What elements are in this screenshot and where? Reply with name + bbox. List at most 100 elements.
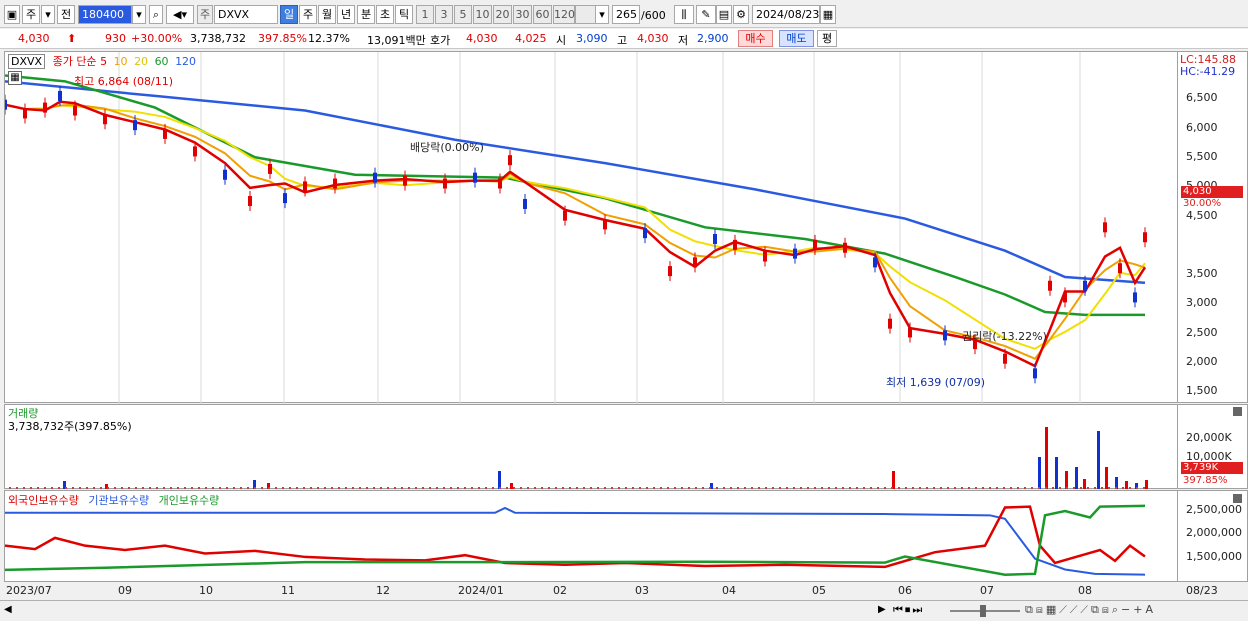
volume-tick bbox=[849, 487, 851, 489]
open-label: 시 bbox=[556, 34, 567, 47]
inst-legend: 기관보유수량 bbox=[88, 494, 150, 507]
tf-day[interactable]: 일 bbox=[280, 5, 298, 24]
volume-tick bbox=[632, 487, 634, 489]
volume-panel[interactable] bbox=[4, 404, 1178, 489]
x-label: 06 bbox=[898, 584, 912, 597]
volume-tick bbox=[1094, 487, 1096, 489]
volume-bar bbox=[1055, 457, 1058, 489]
interval-60[interactable]: 60 bbox=[533, 5, 552, 24]
volume-tick bbox=[520, 487, 522, 489]
x-end-label: 08/23 bbox=[1186, 584, 1218, 597]
indiv-legend: 개인보유수량 bbox=[158, 494, 220, 507]
volume-tick bbox=[184, 487, 186, 489]
volume-tick bbox=[744, 487, 746, 489]
prev-button[interactable]: 전 bbox=[57, 5, 75, 24]
save-icon[interactable]: ▤ bbox=[716, 5, 732, 24]
volume-tick bbox=[1024, 487, 1026, 489]
volume-tick bbox=[702, 487, 704, 489]
candle-body bbox=[943, 330, 947, 341]
volume-tick bbox=[492, 487, 494, 489]
ma120-legend: 120 bbox=[175, 55, 197, 68]
stock-name-field[interactable]: DXVX bbox=[214, 5, 278, 24]
panel-close-icon[interactable] bbox=[1233, 407, 1242, 416]
company-icon[interactable]: 주 bbox=[197, 5, 213, 24]
rights-annotation: 권리락(-13.22%) bbox=[962, 330, 1047, 343]
volume-tick bbox=[394, 487, 396, 489]
interval-120[interactable]: 120 bbox=[553, 5, 575, 24]
zoom-slider-thumb[interactable] bbox=[980, 605, 986, 617]
chart-tool-icons[interactable]: ⧉⧈▦⟋⟋⟋⧉⧈⌕−+A bbox=[1025, 603, 1156, 617]
volume-tick bbox=[996, 487, 998, 489]
volume-tick bbox=[275, 487, 277, 489]
interval-3[interactable]: 3 bbox=[435, 5, 453, 24]
interval-dropdown-icon[interactable]: ▾ bbox=[595, 5, 609, 24]
volume-tick bbox=[912, 487, 914, 489]
evaluate-button[interactable]: 평 bbox=[817, 30, 837, 47]
candle-body bbox=[693, 257, 697, 268]
interval-1[interactable]: 1 bbox=[416, 5, 434, 24]
calendar-icon[interactable]: ▦ bbox=[820, 5, 836, 24]
volume-tick bbox=[1066, 487, 1068, 489]
candle-body bbox=[303, 181, 307, 192]
buy-button[interactable]: 매수 bbox=[738, 30, 773, 47]
period-toggle[interactable]: 주 bbox=[22, 5, 40, 24]
volume-tick bbox=[170, 487, 172, 489]
volume-tick bbox=[44, 487, 46, 489]
search-icon[interactable]: ⌕ bbox=[149, 5, 163, 24]
chart-scrollbar[interactable]: ◀ ▶ ⏮⏹⏭ ⧉⧈▦⟋⟋⟋⧉⧈⌕−+A bbox=[0, 600, 1248, 621]
volume-tick bbox=[618, 487, 620, 489]
window-icon[interactable]: ▣ bbox=[4, 5, 20, 24]
interval-20[interactable]: 20 bbox=[493, 5, 512, 24]
volume-tick bbox=[219, 487, 221, 489]
x-label: 02 bbox=[553, 584, 567, 597]
volume-tick bbox=[65, 487, 67, 489]
code-dropdown-icon[interactable]: ▾ bbox=[132, 5, 146, 24]
volume-tick bbox=[863, 487, 865, 489]
interval-5[interactable]: 5 bbox=[454, 5, 472, 24]
candle-body bbox=[813, 239, 817, 250]
scroll-right-icon[interactable]: ▶ bbox=[878, 604, 886, 615]
volume-tick bbox=[163, 487, 165, 489]
sound-icon[interactable]: ◀▾ bbox=[166, 5, 194, 24]
tf-week[interactable]: 주 bbox=[299, 5, 317, 24]
panel-close-icon[interactable] bbox=[1233, 494, 1242, 503]
volume-tick bbox=[142, 487, 144, 489]
candle-body bbox=[563, 210, 567, 221]
candle-body bbox=[508, 155, 512, 166]
foreign-legend: 외국인보유수량 bbox=[8, 494, 79, 507]
interval-10[interactable]: 10 bbox=[473, 5, 492, 24]
tf-year[interactable]: 년 bbox=[337, 5, 355, 24]
candle-type-icon[interactable]: ⫼ bbox=[674, 5, 694, 24]
scroll-left-icon[interactable]: ◀ bbox=[4, 604, 12, 615]
volume-tick bbox=[443, 487, 445, 489]
volume-tick bbox=[758, 487, 760, 489]
date-input[interactable]: 2024/08/23 bbox=[752, 5, 820, 24]
tf-minute[interactable]: 분 bbox=[357, 5, 375, 24]
current-price: 4,030 bbox=[18, 32, 50, 45]
volume-tick bbox=[1122, 487, 1124, 489]
stock-code-input[interactable]: 180400 bbox=[78, 5, 132, 24]
interval-30[interactable]: 30 bbox=[513, 5, 532, 24]
playback-controls-icon[interactable]: ⏮⏹⏭ bbox=[893, 603, 924, 617]
price-legend: DXVX 종가 단순 5 10 20 60 120 bbox=[8, 53, 196, 69]
candle-body bbox=[5, 99, 7, 110]
tf-tick[interactable]: 틱 bbox=[395, 5, 413, 24]
volume-tick bbox=[429, 487, 431, 489]
sell-button[interactable]: 매도 bbox=[779, 30, 814, 47]
count-input[interactable]: 265 bbox=[612, 5, 640, 24]
gear-icon[interactable]: ⚙ bbox=[733, 5, 749, 24]
high-price: 4,030 bbox=[637, 32, 669, 45]
volume-tick bbox=[471, 487, 473, 489]
tf-month[interactable]: 월 bbox=[318, 5, 336, 24]
chevron-down-icon[interactable]: ▾ bbox=[41, 5, 55, 24]
volume-tick bbox=[240, 487, 242, 489]
ask-label: 호가 bbox=[430, 34, 451, 47]
volume-tick bbox=[212, 487, 214, 489]
candle-body bbox=[58, 90, 62, 101]
draw-tool-icon[interactable]: ✎ bbox=[696, 5, 716, 24]
volume-tick bbox=[380, 487, 382, 489]
tf-second[interactable]: 초 bbox=[376, 5, 394, 24]
table-view-icon[interactable]: ▦ bbox=[8, 71, 22, 85]
volume-tick bbox=[37, 487, 39, 489]
price-chart-panel[interactable] bbox=[4, 51, 1178, 404]
